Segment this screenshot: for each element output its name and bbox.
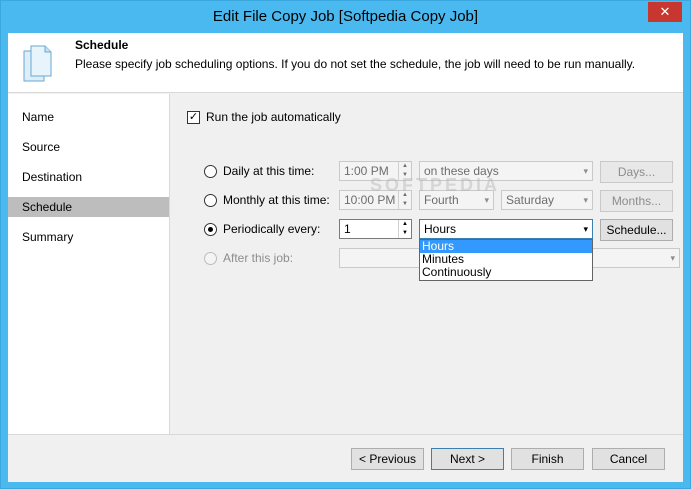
months-button[interactable]: Months...	[600, 190, 673, 212]
window-title: Edit File Copy Job [Softpedia Copy Job]	[212, 8, 479, 25]
run-automatically-checkbox[interactable]: ✓	[187, 111, 200, 124]
daily-label: Daily at this time:	[223, 164, 315, 178]
periodic-unit-value: Hours	[424, 222, 457, 236]
softpedia-watermark: SOFTPEDIA	[370, 175, 501, 195]
chevron-down-icon: ▾	[670, 253, 675, 263]
title-bar[interactable]: Edit File Copy Job [Softpedia Copy Job] …	[1, 1, 690, 33]
previous-button[interactable]: < Previous	[351, 448, 424, 470]
run-automatically-label: Run the job automatically	[206, 110, 341, 124]
wizard-steps-sidebar: Name Source Destination Schedule Summary	[8, 94, 170, 434]
sidebar-item-source[interactable]: Source	[8, 137, 169, 157]
page-title: Schedule	[75, 38, 129, 52]
wizard-header: Schedule Please specify job scheduling o…	[8, 33, 683, 93]
periodic-radio[interactable]	[204, 223, 217, 236]
chevron-down-icon: ▾	[583, 195, 588, 205]
periodic-label: Periodically every:	[223, 222, 321, 236]
after-job-radio[interactable]	[204, 252, 217, 265]
monthly-weekday-combo[interactable]: Saturday ▾	[501, 190, 593, 210]
daily-radio[interactable]	[204, 165, 217, 178]
periodic-value-input[interactable]: 1 ▲ ▼	[339, 219, 412, 239]
cancel-button[interactable]: Cancel	[592, 448, 665, 470]
sidebar-item-destination[interactable]: Destination	[8, 167, 169, 187]
monthly-label: Monthly at this time:	[223, 193, 330, 207]
dialog-client: Schedule Please specify job scheduling o…	[8, 33, 683, 482]
dropdown-option-continuously[interactable]: Continuously	[420, 266, 592, 279]
periodic-value-spinner[interactable]: ▲ ▼	[398, 220, 411, 238]
schedule-panel: ✓ Run the job automatically Daily at thi…	[171, 94, 683, 434]
days-button[interactable]: Days...	[600, 161, 673, 183]
chevron-down-icon: ▾	[583, 224, 588, 234]
finish-button[interactable]: Finish	[511, 448, 584, 470]
next-button[interactable]: Next >	[431, 448, 504, 470]
periodic-value: 1	[344, 222, 351, 236]
after-job-label: After this job:	[223, 251, 294, 265]
monthly-radio[interactable]	[204, 194, 217, 207]
periodic-unit-combo[interactable]: Hours ▾	[419, 219, 593, 239]
files-icon	[23, 45, 52, 82]
page-description: Please specify job scheduling options. I…	[75, 57, 636, 71]
chevron-down-icon: ▾	[583, 166, 588, 176]
close-button[interactable]: ✕	[648, 2, 682, 22]
schedule-button[interactable]: Schedule...	[600, 219, 673, 241]
periodic-unit-dropdown[interactable]: Hours Minutes Continuously	[419, 239, 593, 281]
dialog-window: Edit File Copy Job [Softpedia Copy Job] …	[0, 0, 691, 489]
sidebar-item-schedule[interactable]: Schedule	[8, 197, 169, 217]
wizard-footer: < Previous Next > Finish Cancel	[8, 434, 683, 482]
sidebar-item-summary[interactable]: Summary	[8, 227, 169, 247]
sidebar-item-name[interactable]: Name	[8, 107, 169, 127]
monthly-weekday-value: Saturday	[506, 193, 555, 207]
